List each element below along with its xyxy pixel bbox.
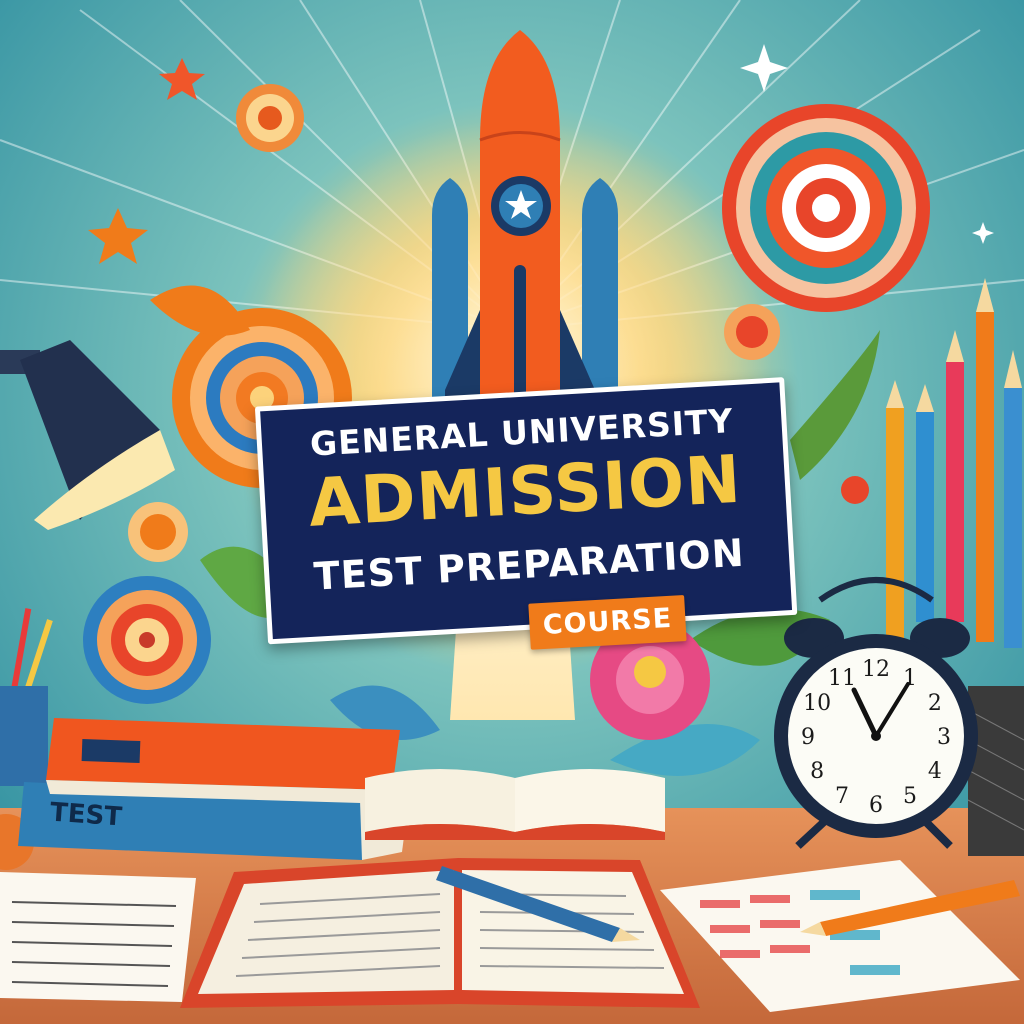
small-medallion	[724, 304, 780, 360]
banner-panel: GENERAL UNIVERSITY ADMISSION TEST PREPAR…	[254, 377, 798, 645]
open-book	[365, 769, 665, 840]
book-spine-label: TEST	[49, 797, 123, 833]
answer-sheet	[0, 872, 196, 1002]
clock-numeral: 6	[869, 793, 883, 818]
sun-motif	[128, 502, 188, 562]
clock-numeral: 4	[928, 759, 942, 784]
book-stack	[18, 718, 410, 860]
clock-numeral: 3	[937, 725, 951, 750]
clock-numeral: 12	[862, 657, 890, 682]
clock-numeral: 7	[835, 784, 849, 809]
clock-numeral: 11	[828, 666, 856, 691]
clock-numeral: 8	[810, 759, 824, 784]
red-berry	[841, 476, 869, 504]
course-tag: COURSE	[528, 595, 687, 650]
clock-numeral: 9	[801, 725, 815, 750]
target-icon	[722, 104, 930, 312]
pen-holder	[967, 686, 1024, 856]
clock-numeral: 2	[928, 691, 942, 716]
clock-numeral: 10	[803, 691, 831, 716]
blue-medallion	[83, 576, 211, 704]
title-banner: GENERAL UNIVERSITY ADMISSION TEST PREPAR…	[254, 377, 798, 677]
small-medallion	[236, 84, 304, 152]
clock-numeral: 5	[903, 784, 917, 809]
